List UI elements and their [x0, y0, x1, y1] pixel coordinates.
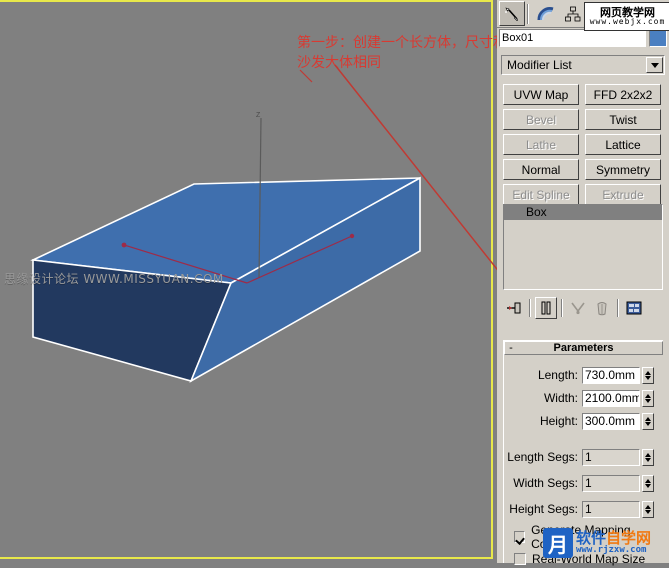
show-end-result-icon	[541, 301, 551, 315]
object-name-row: Box01	[499, 28, 667, 48]
length-segs-label: Length Segs:	[507, 450, 578, 464]
modifier-button-twist[interactable]: Twist	[585, 109, 661, 130]
modifier-button-set: UVW Map FFD 2x2x2 Bevel Twist Lathe Latt…	[503, 84, 663, 205]
height-label: Height:	[539, 414, 578, 428]
length-segs-spinner[interactable]	[642, 448, 654, 466]
height-segs-label: Height Segs:	[509, 502, 578, 516]
hierarchy-tree-icon	[565, 6, 581, 21]
wand-icon	[504, 6, 519, 21]
stack-separator-3	[617, 299, 619, 317]
make-unique-icon	[571, 302, 585, 315]
width-segs-row: Width Segs: 1	[504, 474, 663, 492]
remove-modifier-button[interactable]	[591, 297, 613, 319]
modifier-button-uvw-map[interactable]: UVW Map	[503, 84, 579, 105]
modifier-button-lattice[interactable]: Lattice	[585, 134, 661, 155]
command-panel: Box01 Modifier List UVW Map FFD 2x2x2 Be…	[497, 0, 669, 566]
width-segs-label: Width Segs:	[513, 476, 578, 490]
chevron-down-icon[interactable]	[646, 57, 663, 73]
modifier-button-extrude: Extrude	[585, 184, 661, 205]
tab-create-wand[interactable]	[499, 1, 525, 26]
width-segs-input[interactable]: 1	[582, 474, 640, 492]
perspective-viewport[interactable]: Z 思缘设计论坛 WWW.MISSYUAN.COM	[0, 0, 497, 563]
height-spinner[interactable]	[642, 412, 654, 430]
modifier-button-symmetry[interactable]: Symmetry	[585, 159, 661, 180]
rjzxw-url: www.rjzxw.com	[576, 545, 647, 555]
pin-icon	[507, 302, 521, 314]
length-spinner[interactable]	[642, 366, 654, 384]
height-row: Height: 300.0mm	[504, 412, 663, 430]
make-unique-button[interactable]	[567, 297, 589, 319]
configure-icon	[626, 301, 642, 315]
modifier-button-lathe: Lathe	[503, 134, 579, 155]
annotation-text: 第一步：创建一个长方体，尺寸和沙发大体相同	[297, 35, 507, 71]
stack-separator-1	[529, 299, 531, 317]
watermark-webjx: 网页教学网 www.webjx.com	[584, 2, 669, 31]
rollout-collapse-icon[interactable]: -	[505, 342, 517, 354]
modifier-stack-item-box[interactable]: Box	[504, 205, 662, 220]
modifier-stack[interactable]: Box	[503, 204, 663, 290]
modifier-button-normal[interactable]: Normal	[503, 159, 579, 180]
trash-icon	[597, 302, 607, 316]
rjzxw-text-block: 软件自学网 www.rjzxw.com	[576, 531, 651, 555]
parameters-rollout-title: Parameters	[553, 342, 614, 354]
width-input[interactable]: 2100.0mm	[582, 389, 640, 407]
width-label: Width:	[543, 391, 578, 405]
height-input[interactable]: 300.0mm	[582, 412, 640, 430]
3dsmax-window: Z 思缘设计论坛 WWW.MISSYUAN.COM 第一步：创建一个长方体，尺寸…	[0, 0, 669, 566]
height-segs-spinner[interactable]	[642, 500, 654, 518]
gizmo-y-handle	[121, 242, 127, 248]
watermark-rjzxw: 月 软件自学网 www.rjzxw.com	[543, 527, 651, 559]
modifier-button-edit-spline: Edit Spline	[503, 184, 579, 205]
tab-hierarchy[interactable]	[560, 1, 587, 26]
width-segs-spinner[interactable]	[642, 474, 654, 492]
toolbar-separator-1	[526, 3, 529, 24]
gizmo-z-label: Z	[256, 112, 261, 119]
parameters-rollout-header[interactable]: - Parameters	[504, 341, 663, 355]
generate-mapping-coords-checkbox[interactable]	[514, 531, 526, 543]
rjzxw-logo-icon: 月	[543, 528, 573, 558]
length-segs-row: Length Segs: 1	[504, 448, 663, 466]
tab-modify[interactable]	[532, 1, 559, 26]
width-row: Width: 2100.0mm	[504, 389, 663, 407]
real-world-map-size-checkbox[interactable]	[514, 553, 526, 565]
pin-stack-button[interactable]	[503, 297, 525, 319]
modifier-stack-toolbar	[503, 296, 663, 320]
modifier-list-dropdown[interactable]: Modifier List	[501, 55, 665, 75]
length-input[interactable]: 730.0mm	[582, 366, 640, 384]
gizmo-x-handle	[349, 233, 355, 239]
height-segs-row: Height Segs: 1	[504, 500, 663, 518]
length-row: Length: 730.0mm	[504, 366, 663, 384]
object-color-swatch[interactable]	[649, 29, 667, 47]
height-segs-input[interactable]: 1	[582, 500, 640, 518]
modifier-stack-empty-area	[504, 220, 662, 289]
width-spinner[interactable]	[642, 389, 654, 407]
watermark-webjx-url: www.webjx.com	[589, 17, 666, 26]
length-segs-input[interactable]: 1	[582, 448, 640, 466]
rjzxw-brand: 软件自学网	[576, 531, 651, 546]
watermark-missyuan: 思缘设计论坛 WWW.MISSYUAN.COM	[4, 272, 224, 286]
modifier-list-label: Modifier List	[507, 58, 572, 72]
modifier-button-bevel: Bevel	[503, 109, 579, 130]
configure-modifier-sets-button[interactable]	[623, 297, 645, 319]
object-name-field[interactable]: Box01	[499, 29, 646, 47]
rainbow-arc-icon	[537, 6, 553, 20]
length-label: Length:	[537, 368, 578, 382]
show-end-result-button[interactable]	[535, 297, 557, 319]
modifier-button-ffd[interactable]: FFD 2x2x2	[585, 84, 661, 105]
stack-separator-2	[561, 299, 563, 317]
